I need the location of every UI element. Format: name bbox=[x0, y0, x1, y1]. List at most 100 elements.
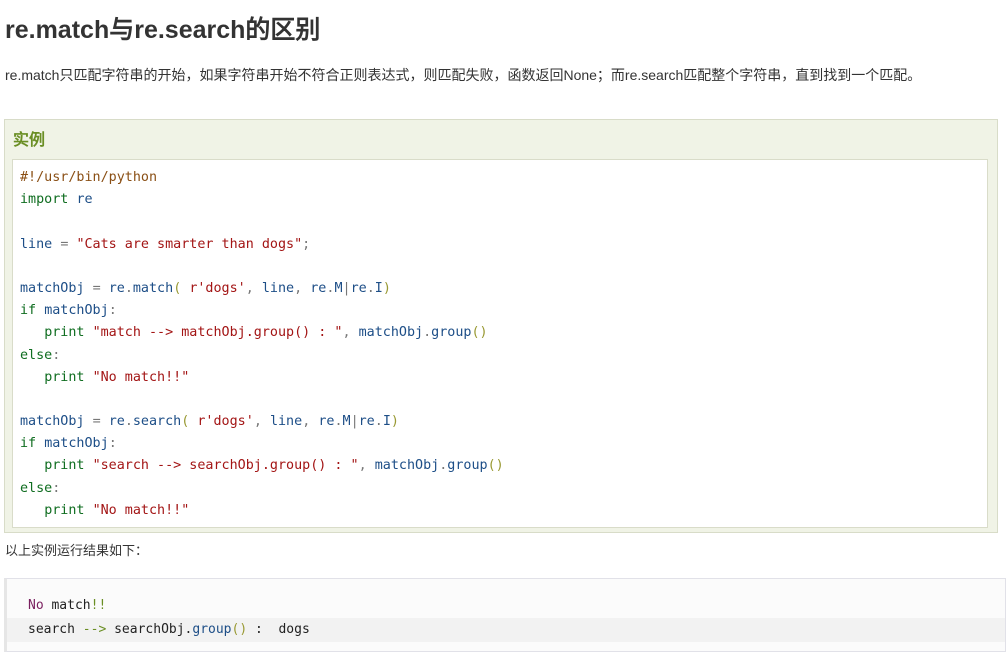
code-token: () bbox=[487, 458, 504, 474]
code-token: | bbox=[342, 280, 351, 296]
code-token: : bbox=[108, 436, 117, 452]
code-line: #!/usr/bin/python bbox=[20, 167, 987, 189]
code-token: matchObj bbox=[44, 303, 109, 319]
code-token: line bbox=[269, 414, 303, 430]
code-token: : bbox=[52, 347, 61, 363]
code-token: I bbox=[374, 280, 383, 296]
code-token: if bbox=[20, 303, 37, 319]
code-block[interactable]: #!/usr/bin/python import re line = "Cats … bbox=[12, 159, 988, 528]
code-token: matchObj bbox=[44, 436, 109, 452]
code-token: , bbox=[358, 458, 367, 474]
code-token: "No match!!" bbox=[92, 369, 190, 385]
code-line: print "search --> searchObj.group() : ",… bbox=[20, 455, 987, 477]
code-token: search bbox=[132, 414, 182, 430]
code-token: re bbox=[350, 280, 367, 296]
code-token: print bbox=[44, 458, 85, 474]
code-token: re bbox=[76, 192, 93, 208]
code-line: import re bbox=[20, 189, 987, 211]
code-token: ) bbox=[382, 280, 391, 296]
code-line: if matchObj: bbox=[20, 433, 987, 455]
article-page: re.match与re.search的区别 re.match只匹配字符串的开始，… bbox=[0, 0, 1008, 660]
output-token: match bbox=[43, 598, 91, 613]
code-token: , bbox=[294, 280, 303, 296]
code-token: import bbox=[20, 192, 69, 208]
code-token: , bbox=[245, 280, 254, 296]
output-token: !! bbox=[90, 598, 107, 613]
code-token: M bbox=[342, 414, 351, 430]
code-line: if matchObj: bbox=[20, 300, 987, 322]
code-line: else: bbox=[20, 345, 987, 367]
code-token: : bbox=[52, 480, 61, 496]
code-token: print bbox=[44, 325, 85, 341]
code-line: matchObj = re.search( r'dogs', line, re.… bbox=[20, 411, 987, 433]
code-token: re bbox=[108, 280, 125, 296]
code-token: re bbox=[358, 414, 375, 430]
code-line: print "No match!!" bbox=[20, 500, 987, 522]
code-line: line = "Cats are smarter than dogs"; bbox=[20, 234, 987, 256]
code-token: . bbox=[366, 280, 375, 296]
code-token: | bbox=[350, 414, 359, 430]
result-label: 以上实例运行结果如下： bbox=[5, 543, 149, 558]
code-token: #!/usr/bin/python bbox=[20, 170, 158, 185]
code-token: ) bbox=[390, 414, 399, 430]
code-token: . bbox=[334, 414, 343, 430]
output-token: () bbox=[231, 622, 248, 637]
code-token: if bbox=[20, 436, 37, 452]
code-token: r'dogs' bbox=[189, 280, 246, 296]
code-token: else bbox=[20, 347, 53, 363]
output-token: search bbox=[28, 622, 83, 637]
code-token: matchObj bbox=[358, 325, 424, 341]
code-token: = bbox=[92, 414, 101, 430]
code-token: . bbox=[374, 414, 383, 430]
code-token: group bbox=[447, 458, 488, 474]
example-box: 实例 #!/usr/bin/python import re line = "Ca… bbox=[4, 119, 998, 533]
code-line: else: bbox=[20, 478, 987, 500]
code-token: () bbox=[471, 325, 488, 341]
intro-paragraph: re.match只匹配字符串的开始，如果字符串开始不符合正则表达式，则匹配失败，… bbox=[5, 67, 922, 83]
code-token: , bbox=[253, 414, 262, 430]
code-token: print bbox=[44, 502, 85, 518]
code-line: matchObj = re.match( r'dogs', line, re.M… bbox=[20, 278, 987, 300]
code-token: match bbox=[132, 280, 174, 296]
output-block[interactable]: No match!! search --> searchObj.group() :… bbox=[4, 578, 1006, 652]
output-token: --> bbox=[82, 622, 107, 637]
page-title: re.match与re.search的区别 bbox=[5, 16, 321, 44]
code-token: group bbox=[431, 325, 472, 341]
code-line: print "match --> matchObj.group() : ", m… bbox=[20, 322, 987, 344]
example-label: 实例 bbox=[13, 132, 46, 149]
code-token: "No match!!" bbox=[92, 502, 190, 518]
code-token: , bbox=[342, 325, 351, 341]
code-token: line bbox=[261, 280, 295, 296]
code-token: ; bbox=[302, 236, 311, 252]
output-line: No match!! bbox=[28, 594, 1005, 618]
code-token: matchObj bbox=[374, 458, 440, 474]
code-token: re bbox=[310, 280, 327, 296]
output-token: No bbox=[28, 598, 44, 613]
code-token: "search --> searchObj.group() : " bbox=[92, 458, 359, 474]
code-token: M bbox=[334, 280, 343, 296]
code-token: r'dogs' bbox=[197, 414, 254, 430]
output-token: : dogs bbox=[247, 622, 310, 637]
code-token: : bbox=[108, 303, 117, 319]
code-token: = bbox=[92, 280, 101, 296]
code-token: . bbox=[124, 280, 133, 296]
output-line: search --> searchObj.group() : dogs bbox=[7, 618, 1005, 642]
